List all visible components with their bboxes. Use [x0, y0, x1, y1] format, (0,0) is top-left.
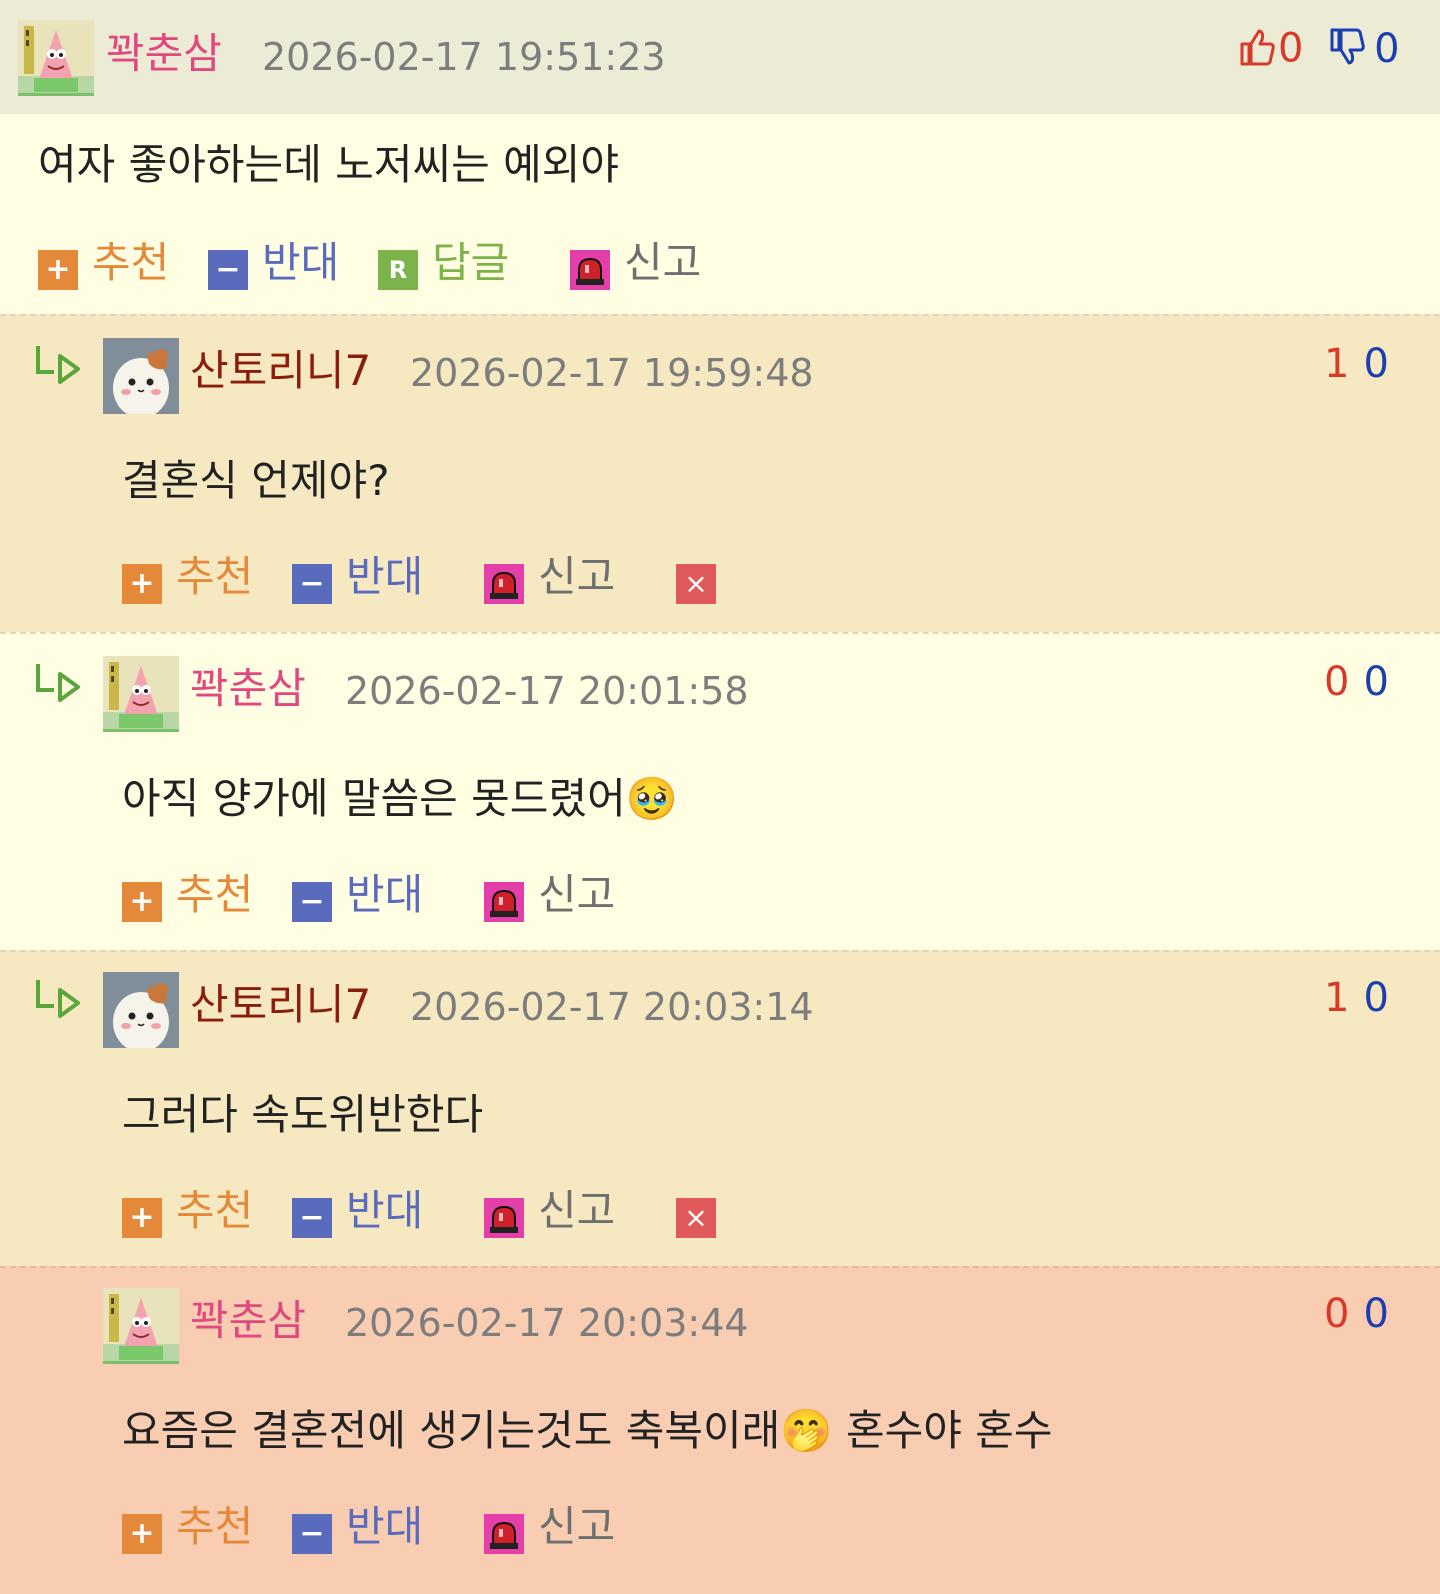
reply-comment: 산토리니7 2026-02-17 19:59:48 10 결혼식 언제야? + … [0, 314, 1440, 632]
downvote-count: 0 [1363, 659, 1389, 705]
reply-comment-highlighted: 꽉춘삼 2026-02-17 20:03:44 00 요즘은 결혼전에 생기는것… [0, 1266, 1440, 1594]
siren-icon [484, 564, 524, 604]
oppose-label: 반대 [346, 870, 424, 919]
downvote-count: 0 [1363, 975, 1389, 1021]
comment-timestamp: 2026-02-17 20:03:14 [410, 985, 814, 1029]
delete-button[interactable]: × [676, 554, 716, 604]
siren-icon [484, 1514, 524, 1554]
comment-actions: + 추천 − 반대 R 답글 신고 [38, 240, 738, 290]
minus-icon: − [292, 882, 332, 922]
comment-timestamp: 2026-02-17 20:03:44 [345, 1301, 749, 1345]
plus-icon: + [122, 564, 162, 604]
reply-arrow-icon [34, 976, 84, 1026]
oppose-label: 반대 [346, 1186, 424, 1235]
comment-actions: + 추천 − 반대 신고 [122, 1504, 642, 1554]
reply-icon: R [378, 250, 418, 290]
minus-icon: − [208, 250, 248, 290]
plus-icon: + [122, 1514, 162, 1554]
plus-icon: + [122, 1198, 162, 1238]
siren-icon [484, 882, 524, 922]
reply-comment: 산토리니7 2026-02-17 20:03:14 10 그러다 속도위반한다 … [0, 950, 1440, 1266]
comment-timestamp: 2026-02-17 19:51:23 [262, 35, 666, 79]
author-nickname[interactable]: 꽉춘삼 [106, 33, 222, 75]
recommend-label: 추천 [176, 870, 254, 919]
patrick-avatar[interactable] [18, 20, 94, 96]
reply-label: 답글 [432, 238, 510, 287]
delete-button[interactable]: × [676, 1188, 716, 1238]
report-label: 신고 [538, 552, 616, 601]
comment-thread: 꽉춘삼 2026-02-17 19:51:23 0 0 여자 좋아하는데 노저씨… [0, 0, 1440, 1594]
vote-score: 00 [1324, 1294, 1389, 1334]
vote-score: 0 0 [1236, 26, 1400, 75]
report-label: 신고 [538, 1502, 616, 1551]
comment-actions: + 추천 − 반대 신고 × [122, 554, 742, 604]
author-nickname[interactable]: 산토리니7 [190, 350, 371, 392]
oppose-label: 반대 [346, 552, 424, 601]
reply-comment: 꽉춘삼 2026-02-17 20:01:58 00 아직 양가에 말씀은 못드… [0, 632, 1440, 950]
report-label: 신고 [624, 238, 702, 287]
downvote-count: 0 [1374, 25, 1400, 72]
upvote-count: 0 [1278, 25, 1304, 72]
main-comment-body: 여자 좋아하는데 노저씨는 예외야 + 추천 − 반대 R 답글 신고 [0, 114, 1440, 318]
recommend-label: 추천 [176, 1186, 254, 1235]
comment-actions: + 추천 − 반대 신고 [122, 872, 642, 922]
patrick-avatar[interactable] [103, 1288, 179, 1364]
reply-arrow-icon [34, 342, 84, 392]
downvote-count: 0 [1363, 341, 1389, 387]
oppose-label: 반대 [346, 1502, 424, 1551]
hamster-avatar[interactable] [103, 972, 179, 1048]
comment-timestamp: 2026-02-17 19:59:48 [410, 351, 814, 395]
author-nickname[interactable]: 꽉춘삼 [190, 1300, 306, 1342]
report-label: 신고 [538, 1186, 616, 1235]
comment-text: 그러다 속도위반한다 [122, 1090, 484, 1139]
vote-score: 10 [1324, 344, 1389, 384]
plus-icon: + [38, 250, 78, 290]
close-icon: × [676, 1198, 716, 1238]
comment-text: 여자 좋아하는데 노저씨는 예외야 [38, 140, 620, 189]
thumbs-down-icon [1326, 26, 1368, 75]
comment-actions: + 추천 − 반대 신고 × [122, 1188, 742, 1238]
author-nickname[interactable]: 산토리니7 [190, 984, 371, 1026]
comment-text: 요즘은 결혼전에 생기는것도 축복이래🤭 혼수야 혼수 [122, 1406, 1053, 1455]
minus-icon: − [292, 564, 332, 604]
hamster-avatar[interactable] [103, 338, 179, 414]
upvote-count: 0 [1324, 1291, 1350, 1337]
upvote-count: 1 [1324, 975, 1350, 1021]
downvote-count: 0 [1363, 1291, 1389, 1337]
recommend-label: 추천 [176, 1502, 254, 1551]
upvote-count: 0 [1324, 659, 1350, 705]
reply-arrow-icon [34, 660, 84, 710]
siren-icon [570, 250, 610, 290]
vote-score: 00 [1324, 662, 1389, 702]
recommend-label: 추천 [92, 238, 170, 287]
main-comment-header: 꽉춘삼 2026-02-17 19:51:23 0 0 [0, 0, 1440, 114]
author-nickname[interactable]: 꽉춘삼 [190, 668, 306, 710]
report-label: 신고 [538, 870, 616, 919]
siren-icon [484, 1198, 524, 1238]
plus-icon: + [122, 882, 162, 922]
upvote-count: 1 [1324, 341, 1350, 387]
patrick-avatar[interactable] [103, 656, 179, 732]
oppose-label: 반대 [262, 238, 340, 287]
comment-text: 결혼식 언제야? [122, 456, 390, 505]
comment-timestamp: 2026-02-17 20:01:58 [345, 669, 749, 713]
minus-icon: − [292, 1514, 332, 1554]
vote-score: 10 [1324, 978, 1389, 1018]
minus-icon: − [292, 1198, 332, 1238]
thumbs-up-icon [1236, 26, 1278, 75]
comment-text: 아직 양가에 말씀은 못드렸어🥹 [122, 774, 679, 823]
recommend-label: 추천 [176, 552, 254, 601]
close-icon: × [676, 564, 716, 604]
